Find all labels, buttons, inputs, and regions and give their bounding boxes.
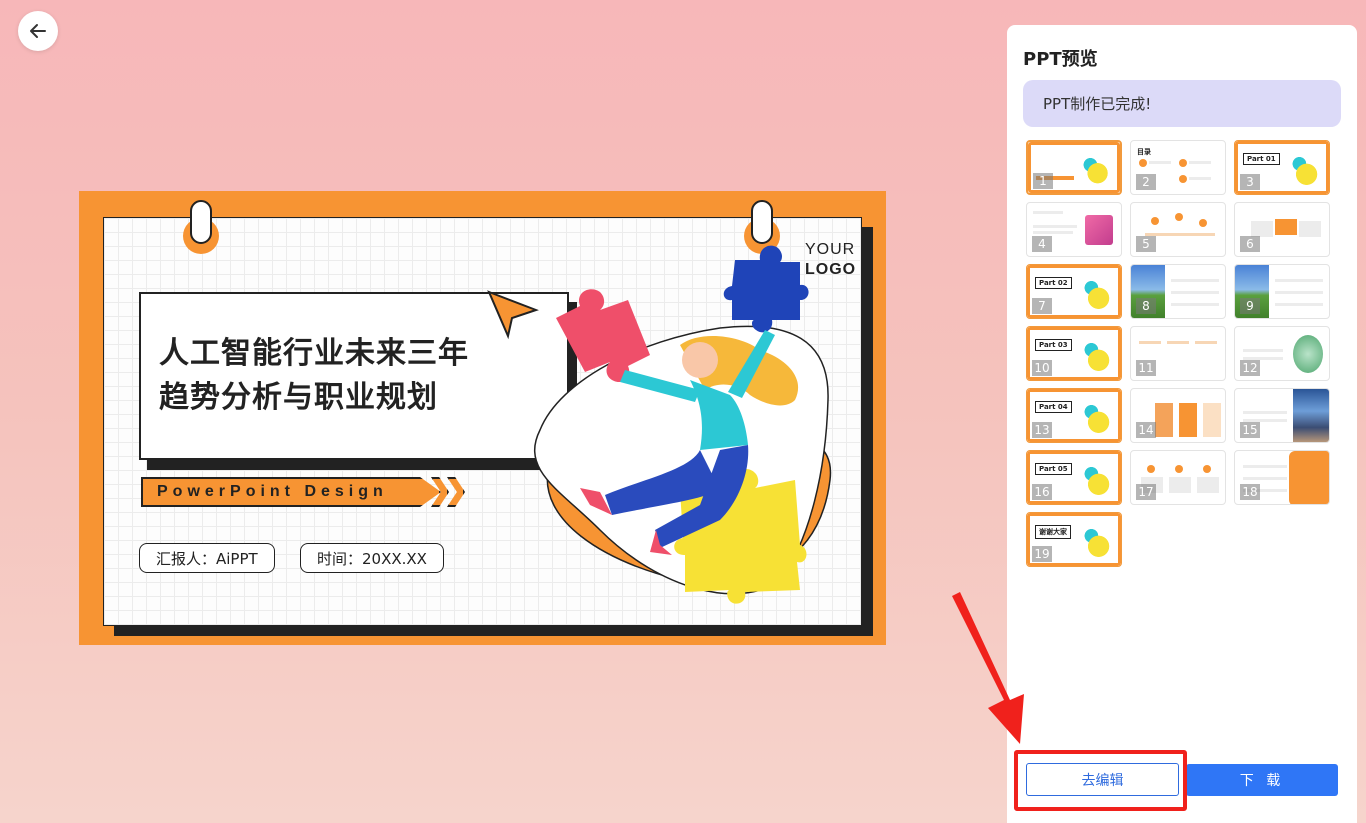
- thumbnail-title: Part 01: [1243, 153, 1280, 165]
- thumbnail-number: 2: [1136, 174, 1156, 190]
- reporter-label: 汇报人：AiPPT: [139, 543, 275, 573]
- slide-thumbnail[interactable]: Part 02 7: [1026, 264, 1122, 319]
- thumbnail-number: 11: [1136, 360, 1156, 376]
- thumbnail-number: 9: [1240, 298, 1260, 314]
- slide-thumbnail[interactable]: 15: [1234, 388, 1330, 443]
- thumbnail-number: 6: [1240, 236, 1260, 252]
- slide-thumbnail[interactable]: Part 04 13: [1026, 388, 1122, 443]
- slide-thumbnail[interactable]: 6: [1234, 202, 1330, 257]
- thumbnail-number: 12: [1240, 360, 1260, 376]
- download-button[interactable]: 下 载: [1186, 764, 1338, 796]
- binder-ring-left: [183, 200, 219, 260]
- slide-title-line-1: 人工智能行业未来三年: [159, 336, 469, 371]
- thumbnail-title: 谢谢大家: [1035, 525, 1071, 539]
- slide-thumbnail[interactable]: 目录 2: [1130, 140, 1226, 195]
- slide-thumbnail[interactable]: 8: [1130, 264, 1226, 319]
- status-message: PPT制作已完成!: [1023, 80, 1341, 127]
- slide-thumbnail[interactable]: 9: [1234, 264, 1330, 319]
- banner-text: PowerPoint Design: [157, 483, 388, 500]
- thumbnail-title: Part 03: [1035, 339, 1072, 351]
- thumbnail-number: 8: [1136, 298, 1156, 314]
- binder-ring-right: [744, 200, 780, 260]
- slide-thumbnail[interactable]: Part 05 16: [1026, 450, 1122, 505]
- slide-thumbnail[interactable]: 12: [1234, 326, 1330, 381]
- logo-line-1: YOUR: [805, 241, 856, 258]
- thumbnail-number: 4: [1032, 236, 1052, 252]
- back-button[interactable]: [18, 11, 58, 51]
- thumbnail-number: 3: [1240, 174, 1260, 190]
- thumbnail-number: 17: [1136, 484, 1156, 500]
- thumbnail-number: 14: [1136, 422, 1156, 438]
- annotation-highlight-box: [1014, 750, 1187, 811]
- slide-thumbnail[interactable]: Part 01 3: [1234, 140, 1330, 195]
- ppt-preview-panel: PPT预览 PPT制作已完成! 1 目录 2 Part 01 3 4 5 6 P…: [1007, 25, 1357, 823]
- thumbnail-number: 7: [1032, 298, 1052, 314]
- thumbnail-number: 18: [1240, 484, 1260, 500]
- slide-title-box: 人工智能行业未来三年 趋势分析与职业规划: [139, 292, 569, 460]
- thumbnail-number: 1: [1033, 173, 1053, 189]
- time-label: 时间：20XX.XX: [300, 543, 444, 573]
- thumbnail-number: 13: [1032, 422, 1052, 438]
- slide-thumbnail[interactable]: 4: [1026, 202, 1122, 257]
- logo-line-2: LOGO: [805, 261, 857, 278]
- slide-thumbnail[interactable]: 5: [1130, 202, 1226, 257]
- thumbnail-number: 10: [1032, 360, 1052, 376]
- panel-title: PPT预览: [1023, 49, 1098, 70]
- thumbnail-number: 5: [1136, 236, 1156, 252]
- thumbnail-title: Part 02: [1035, 277, 1072, 289]
- thumbnail-title: Part 04: [1035, 401, 1072, 413]
- slide-logo: YOUR LOGO: [805, 240, 856, 280]
- slide-thumbnail[interactable]: 11: [1130, 326, 1226, 381]
- slide-thumbnail[interactable]: 18: [1234, 450, 1330, 505]
- arrow-left-icon: [30, 24, 46, 38]
- thumbnail-number: 15: [1240, 422, 1260, 438]
- thumbnail-title: Part 05: [1035, 463, 1072, 475]
- powerpoint-design-banner: PowerPoint Design: [141, 477, 441, 507]
- slide-thumbnail[interactable]: 谢谢大家 19: [1026, 512, 1122, 567]
- thumbnail-title: 目录: [1137, 148, 1151, 156]
- thumbnail-number: 16: [1032, 484, 1052, 500]
- slide-title-line-2: 趋势分析与职业规划: [159, 380, 438, 415]
- status-text: PPT制作已完成!: [1043, 95, 1152, 113]
- slide-thumbnail-grid: 1 目录 2 Part 01 3 4 5 6 Part 02 7 8 9 Par…: [1026, 140, 1336, 567]
- slide-thumbnail[interactable]: 14: [1130, 388, 1226, 443]
- slide-thumbnail[interactable]: Part 03 10: [1026, 326, 1122, 381]
- slide-thumbnail[interactable]: 17: [1130, 450, 1226, 505]
- slide-thumbnail[interactable]: 1: [1026, 140, 1122, 195]
- thumbnail-number: 19: [1032, 546, 1052, 562]
